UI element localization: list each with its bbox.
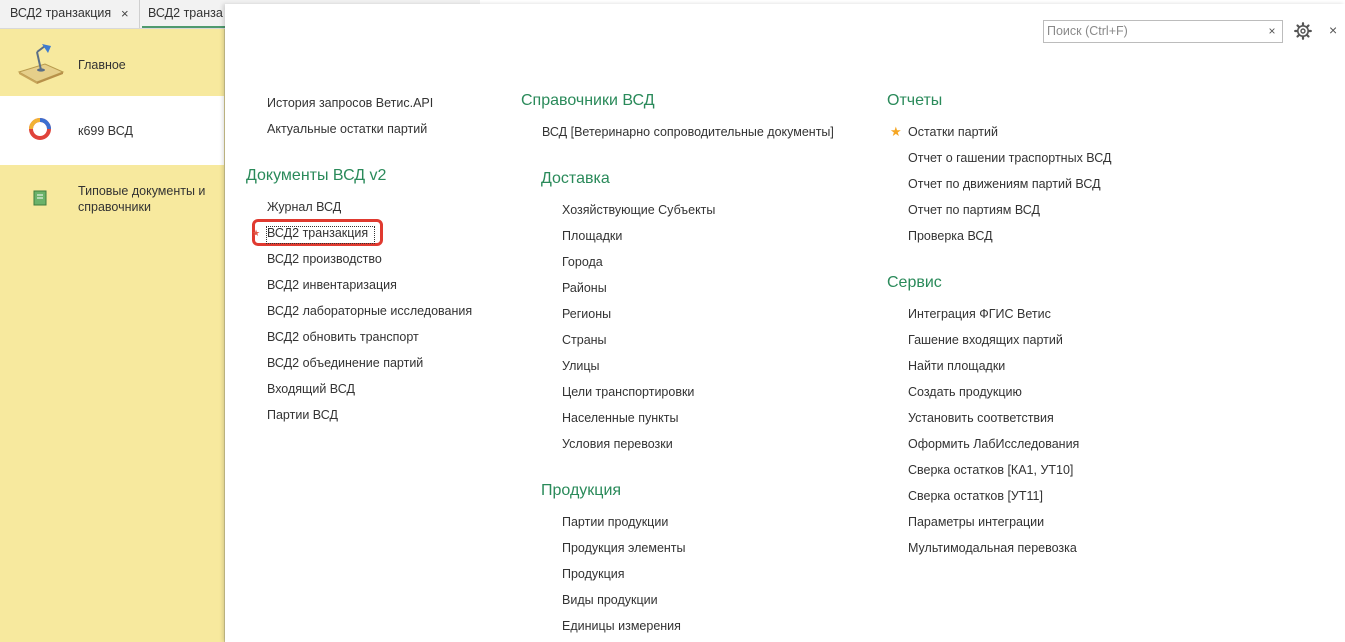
link-product-elements[interactable]: Продукция элементы bbox=[562, 540, 686, 556]
link-vsd2-production[interactable]: ВСД2 производство bbox=[267, 251, 382, 267]
link-reconcile-ka1-ut10[interactable]: Сверка остатков [КА1, УТ10] bbox=[908, 462, 1073, 478]
link-vsd2-merge-batches[interactable]: ВСД2 объединение партий bbox=[267, 355, 423, 371]
link-report-transport-vsd-cancel[interactable]: Отчет о гашении траспортных ВСД bbox=[908, 150, 1111, 166]
link-vsd2-inventory[interactable]: ВСД2 инвентаризация bbox=[267, 277, 397, 293]
close-icon[interactable]: × bbox=[1329, 22, 1337, 38]
link-fgis-vetis-integration[interactable]: Интеграция ФГИС Ветис bbox=[908, 306, 1051, 322]
link-vsd-vet-docs[interactable]: ВСД [Ветеринарно сопроводительные докуме… bbox=[542, 124, 834, 140]
tab-vsd2-transaction-2[interactable]: ВСД2 транза bbox=[139, 0, 225, 28]
link-vetis-api-history[interactable]: История запросов Ветис.API bbox=[267, 95, 433, 111]
link-business-entities[interactable]: Хозяйствующие Субъекты bbox=[562, 202, 715, 218]
tab-label: ВСД2 транза bbox=[148, 6, 223, 20]
link-districts[interactable]: Районы bbox=[562, 280, 607, 296]
link-find-sites[interactable]: Найти площадки bbox=[908, 358, 1005, 374]
link-product-types[interactable]: Виды продукции bbox=[562, 592, 658, 608]
sidebar-item-main[interactable]: Главное bbox=[0, 29, 224, 96]
group-title-delivery: Доставка bbox=[541, 170, 610, 187]
link-vsd-journal[interactable]: Журнал ВСД bbox=[267, 199, 341, 215]
link-streets[interactable]: Улицы bbox=[562, 358, 600, 374]
sidebar-item-label: к699 ВСД bbox=[78, 124, 133, 138]
sidebar-item-label: Главное bbox=[78, 58, 126, 72]
link-vsd-check[interactable]: Проверка ВСД bbox=[908, 228, 993, 244]
link-transport-purposes[interactable]: Цели транспортировки bbox=[562, 384, 694, 400]
link-vsd2-update-transport[interactable]: ВСД2 обновить транспорт bbox=[267, 329, 419, 345]
link-create-product[interactable]: Создать продукцию bbox=[908, 384, 1022, 400]
section-panel: × × История запросов Ветис.API Актуальны… bbox=[225, 4, 1345, 642]
link-cancel-incoming-batches[interactable]: Гашение входящих партий bbox=[908, 332, 1063, 348]
link-vsd2-lab-research[interactable]: ВСД2 лабораторные исследования bbox=[267, 303, 472, 319]
link-multimodal-transport[interactable]: Мультимодальная перевозка bbox=[908, 540, 1077, 556]
group-title-reports: Отчеты bbox=[887, 92, 943, 109]
link-set-mappings[interactable]: Установить соответствия bbox=[908, 410, 1054, 426]
link-sites[interactable]: Площадки bbox=[562, 228, 622, 244]
book-icon bbox=[33, 190, 47, 206]
link-units[interactable]: Единицы измерения bbox=[562, 618, 681, 634]
search-input[interactable] bbox=[1044, 21, 1257, 41]
sidebar-item-label: Типовые документы и справочники bbox=[78, 184, 206, 214]
favorite-star-icon[interactable]: ★ bbox=[890, 124, 902, 140]
link-vsd-batches[interactable]: Партии ВСД bbox=[267, 407, 338, 423]
link-transport-conditions[interactable]: Условия перевозки bbox=[562, 436, 673, 452]
link-report-batch-movements[interactable]: Отчет по движениям партий ВСД bbox=[908, 176, 1101, 192]
link-reconcile-ut11[interactable]: Сверка остатков [УТ11] bbox=[908, 488, 1043, 504]
link-actual-batch-balances[interactable]: Актуальные остатки партий bbox=[267, 121, 427, 137]
group-title-vsd-catalogs: Справочники ВСД bbox=[521, 92, 655, 109]
group-title-service: Сервис bbox=[887, 274, 942, 291]
link-lab-research[interactable]: Оформить ЛабИсследования bbox=[908, 436, 1079, 452]
link-regions[interactable]: Регионы bbox=[562, 306, 611, 322]
sidebar-item-typical-docs[interactable]: Типовые документы и справочники bbox=[0, 181, 224, 221]
link-products[interactable]: Продукция bbox=[562, 566, 625, 582]
tab-label: ВСД2 транзакция bbox=[10, 6, 112, 20]
link-countries[interactable]: Страны bbox=[562, 332, 607, 348]
favorite-star-icon[interactable]: ★ bbox=[252, 225, 260, 241]
tab-vsd2-transaction-1[interactable]: ВСД2 транзакция × bbox=[0, 0, 137, 28]
link-vsd2-transaction[interactable]: ВСД2 транзакция bbox=[267, 225, 368, 241]
desk-lamp-icon bbox=[17, 44, 65, 84]
search-box bbox=[1043, 20, 1283, 43]
link-cities[interactable]: Города bbox=[562, 254, 603, 270]
search-clear-icon[interactable]: × bbox=[1262, 20, 1283, 43]
link-integration-params[interactable]: Параметры интеграции bbox=[908, 514, 1044, 530]
sections-sidebar: Главное к699 ВСД Типовые документы и спр… bbox=[0, 29, 225, 642]
link-batch-balances[interactable]: Остатки партий bbox=[908, 124, 998, 140]
link-settlements[interactable]: Населенные пункты bbox=[562, 410, 678, 426]
group-title-products: Продукция bbox=[541, 482, 622, 499]
tab-close-icon[interactable]: × bbox=[121, 0, 129, 27]
sidebar-item-k699-vsd[interactable]: к699 ВСД bbox=[0, 96, 224, 165]
group-title-vsd-docs-v2: Документы ВСД v2 bbox=[246, 167, 387, 184]
active-tab-underline bbox=[142, 26, 225, 28]
link-report-vsd-batches[interactable]: Отчет по партиям ВСД bbox=[908, 202, 1040, 218]
gear-icon[interactable] bbox=[1294, 22, 1312, 40]
link-product-batches[interactable]: Партии продукции bbox=[562, 514, 668, 530]
link-incoming-vsd[interactable]: Входящий ВСД bbox=[267, 381, 355, 397]
vsd-logo-icon bbox=[29, 118, 51, 140]
